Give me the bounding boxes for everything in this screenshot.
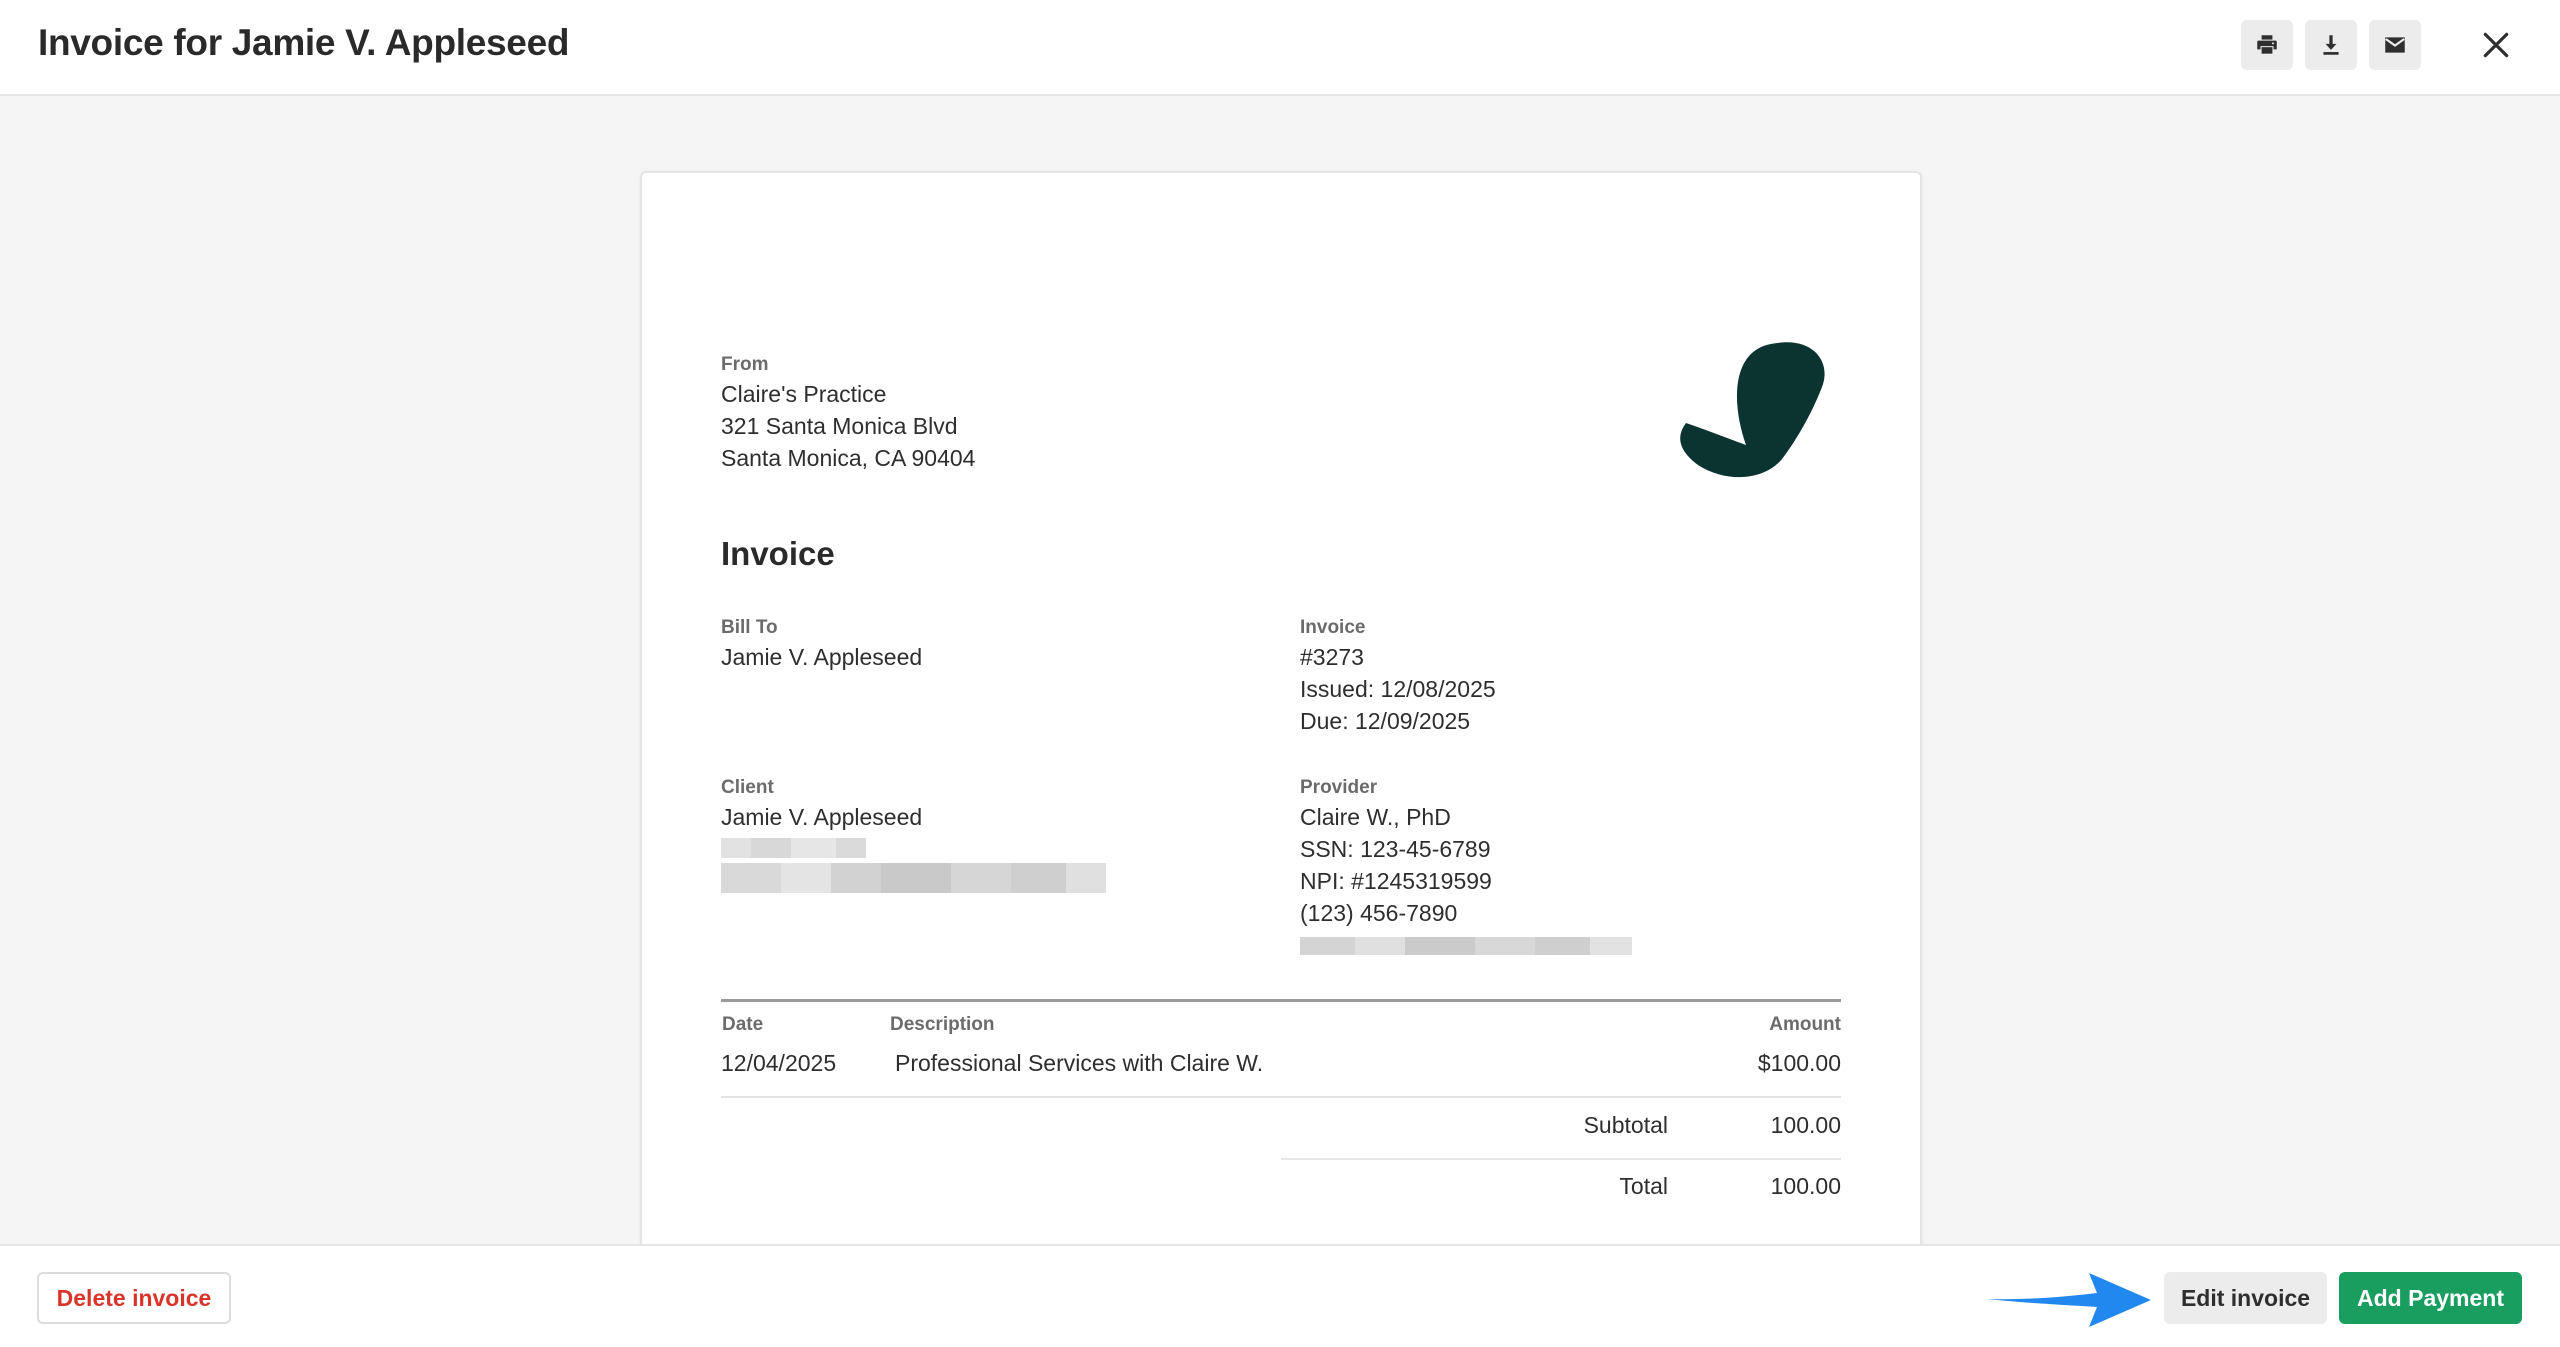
invoice-meta-label: Invoice — [1300, 617, 1366, 638]
close-icon — [2483, 32, 2509, 58]
total-label: Total — [1619, 1173, 1668, 1199]
practice-logo — [1680, 342, 1825, 478]
bill-to-label: Bill To — [721, 617, 778, 638]
print-icon — [2257, 35, 2277, 54]
from-line-2: 321 Santa Monica Blvd — [721, 413, 958, 439]
client-label: Client — [721, 777, 774, 798]
invoice-due-date: Due: 12/09/2025 — [1300, 708, 1471, 734]
invoice-document: From Claire's Practice 321 Santa Monica … — [640, 171, 1922, 1244]
redacted-client-address — [721, 863, 1106, 893]
column-header-description: Description — [890, 1014, 995, 1035]
provider-label: Provider — [1300, 777, 1378, 798]
footer-bar: Delete invoice Edit invoice Add Payment — [0, 1244, 2560, 1347]
add-payment-button[interactable]: Add Payment — [2339, 1272, 2522, 1324]
invoice-heading: Invoice — [721, 535, 835, 572]
row-description: Professional Services with Claire W. — [895, 1050, 1264, 1076]
pointer-arrow-icon — [1987, 1273, 2151, 1327]
close-button[interactable] — [2470, 20, 2522, 70]
total-value: 100.00 — [1770, 1173, 1841, 1199]
invoice-preview-area: From Claire's Practice 321 Santa Monica … — [0, 96, 2560, 1244]
totals-divider — [1281, 1158, 1841, 1160]
provider-name: Claire W., PhD — [1300, 804, 1451, 830]
delete-invoice-button[interactable]: Delete invoice — [37, 1272, 231, 1324]
from-line-1: Claire's Practice — [721, 381, 887, 407]
client-name: Jamie V. Appleseed — [721, 804, 923, 830]
bill-to-name: Jamie V. Appleseed — [721, 644, 923, 670]
row-date: 12/04/2025 — [721, 1050, 837, 1076]
email-button[interactable] — [2369, 20, 2421, 70]
redacted-client-info — [721, 838, 866, 858]
edit-invoice-button[interactable]: Edit invoice — [2164, 1272, 2327, 1324]
from-label: From — [721, 354, 769, 375]
download-icon — [2323, 35, 2339, 55]
row-amount: $100.00 — [1757, 1050, 1841, 1076]
from-line-3: Santa Monica, CA 90404 — [721, 445, 976, 471]
subtotal-label: Subtotal — [1583, 1112, 1668, 1138]
provider-phone: (123) 456-7890 — [1300, 900, 1458, 926]
column-header-amount: Amount — [1769, 1014, 1841, 1035]
column-header-date: Date — [722, 1014, 764, 1035]
row-divider — [721, 1096, 1841, 1098]
redacted-provider-email — [1300, 937, 1632, 955]
page-title: Invoice for Jamie V. Appleseed — [38, 22, 570, 63]
subtotal-value: 100.00 — [1770, 1112, 1841, 1138]
invoice-issued-date: Issued: 12/08/2025 — [1300, 676, 1496, 702]
invoice-number: #3273 — [1300, 644, 1364, 670]
email-icon — [2385, 37, 2405, 53]
header-bar: Invoice for Jamie V. Appleseed — [0, 0, 2560, 96]
provider-npi: NPI: #1245319599 — [1300, 868, 1492, 894]
provider-ssn: SSN: 123-45-6789 — [1300, 836, 1491, 862]
table-top-rule — [721, 999, 1841, 1002]
print-button[interactable] — [2241, 20, 2293, 70]
download-button[interactable] — [2305, 20, 2357, 70]
